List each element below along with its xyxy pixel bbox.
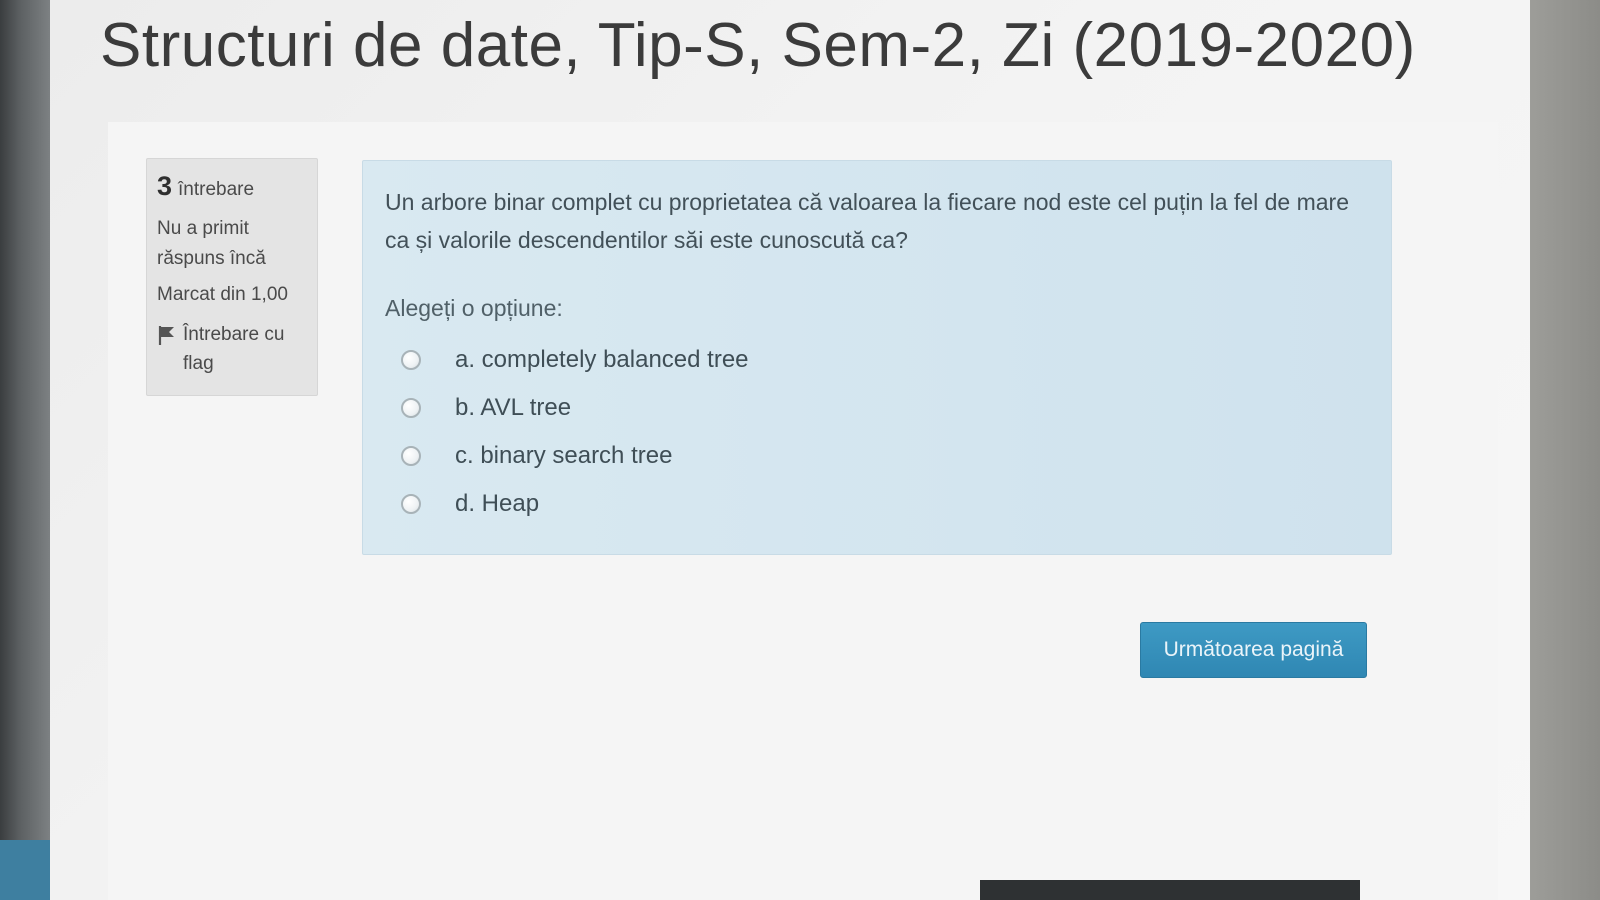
question-info-panel: 3 întrebare Nu a primit răspuns încă Mar… [146, 158, 318, 396]
answer-option-a[interactable]: a. completely balanced tree [401, 336, 1367, 384]
answer-option-b[interactable]: b. AVL tree [401, 384, 1367, 432]
monitor-stand-edge [980, 880, 1360, 900]
answer-option-d[interactable]: d. Heap [401, 480, 1367, 528]
answer-option-label: d. Heap [455, 490, 540, 517]
monitor-bezel-left-reflection [0, 840, 50, 900]
question-grade: Marcat din 1,00 [157, 284, 288, 305]
answer-prompt: Alegeți o opțiune: [385, 295, 563, 321]
question-number-label: întrebare [178, 179, 255, 200]
next-page-button[interactable]: Următoarea pagină [1140, 622, 1367, 678]
answer-option-label: c. binary search tree [455, 442, 673, 469]
page-title: Structuri de date, Tip-S, Sem-2, Zi (201… [100, 11, 1416, 80]
flag-question-toggle[interactable]: Întrebare cu flag [157, 320, 309, 378]
flag-icon [158, 326, 174, 345]
radio-button-a[interactable] [401, 350, 421, 370]
radio-button-b[interactable] [401, 398, 421, 418]
answer-options: a. completely balanced tree b. AVL tree … [385, 336, 1367, 528]
question-panel: Un arbore binar complet cu proprietatea … [362, 160, 1392, 555]
screen: Structuri de date, Tip-S, Sem-2, Zi (201… [50, 0, 1530, 900]
flag-question-label: Întrebare cu flag [183, 324, 285, 374]
answer-option-label: a. completely balanced tree [455, 346, 749, 373]
answer-option-label: b. AVL tree [455, 394, 572, 421]
monitor-bezel-left [0, 0, 50, 900]
answer-option-c[interactable]: c. binary search tree [401, 432, 1367, 480]
question-number-value: 3 [157, 171, 173, 201]
radio-button-d[interactable] [401, 494, 421, 514]
question-state: Nu a primit răspuns încă [157, 218, 266, 269]
radio-button-c[interactable] [401, 446, 421, 466]
question-number: 3 întrebare [157, 171, 309, 202]
question-text: Un arbore binar complet cu proprietatea … [385, 189, 1349, 253]
